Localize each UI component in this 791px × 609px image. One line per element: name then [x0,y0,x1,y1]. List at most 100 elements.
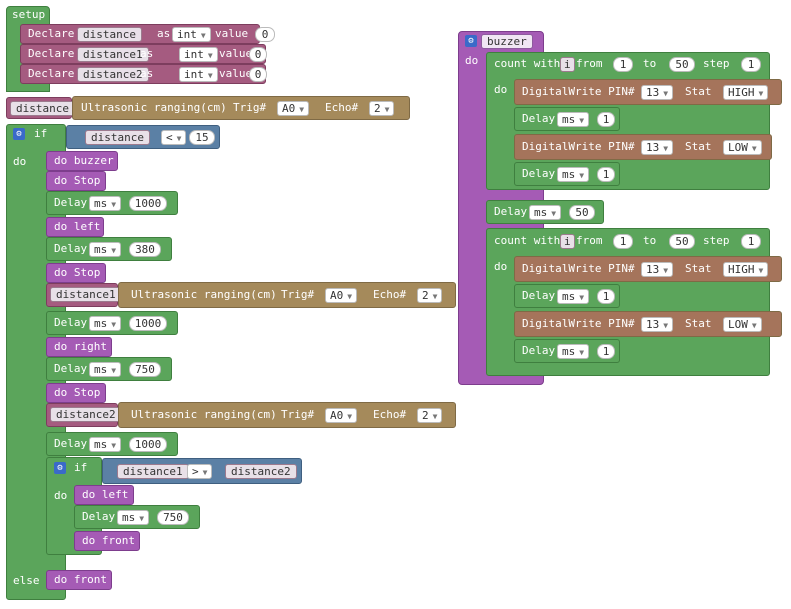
from-input[interactable]: 1 [613,234,633,249]
delay-input[interactable]: 750 [129,362,161,377]
delay-unit-dropdown[interactable]: ms ▼ [89,196,122,211]
var-distance1-field[interactable]: distance1 [117,464,189,479]
var-distance1-field[interactable]: distance1 [50,287,122,302]
delay-unit-dropdown[interactable]: ms ▼ [557,344,590,359]
delay-unit-dropdown[interactable]: ms ▼ [557,289,590,304]
state-dropdown[interactable]: LOW ▼ [723,140,762,155]
do-right-block[interactable]: do right [46,337,112,357]
operator-dropdown[interactable]: < ▼ [161,130,187,145]
step-input[interactable]: 1 [741,234,761,249]
pin-dropdown[interactable]: 13 ▼ [641,85,674,100]
pin-dropdown[interactable]: 13 ▼ [641,317,674,332]
declare-distance1-block[interactable]: Declare distance1 as int ▼ value 0 [20,44,267,64]
do-left-block[interactable]: do left [74,485,134,505]
ultrasonic-block-3[interactable]: Ultrasonic ranging(cm) Trig# A0 ▼ Echo# 2… [118,402,456,428]
delay-unit-dropdown[interactable]: ms ▼ [89,316,122,331]
trig-pin-dropdown[interactable]: A0 ▼ [325,288,358,303]
delay-unit-dropdown[interactable]: ms ▼ [557,167,590,182]
gear-icon[interactable]: ⚙ [54,462,66,474]
delay-input[interactable]: 380 [129,242,161,257]
delay-unit-dropdown[interactable]: ms ▼ [557,112,590,127]
gear-icon[interactable]: ⚙ [465,35,477,47]
var-distance2-field[interactable]: distance2 [77,67,149,82]
delay-block[interactable]: Delay ms ▼ 1000 [46,191,178,215]
delay-block[interactable]: Delay ms ▼ 750 [46,357,172,381]
assign-distance-block[interactable]: distance [6,97,75,119]
do-stop-block[interactable]: do Stop [46,171,106,191]
operator-dropdown[interactable]: > ▼ [187,464,213,479]
state-dropdown[interactable]: HIGH ▼ [723,85,769,100]
compare-block-lt[interactable]: distance < ▼ 15 [66,125,220,149]
var-distance2-field[interactable]: distance2 [50,407,122,422]
do-left-block[interactable]: do left [46,217,104,237]
value-input[interactable]: 0 [249,47,267,62]
type-dropdown[interactable]: int ▼ [179,47,218,62]
delay-input[interactable]: 1 [597,167,615,182]
trig-pin-dropdown[interactable]: A0 ▼ [325,408,358,423]
delay-block[interactable]: Delay ms ▼ 750 [74,505,200,529]
do-front-block[interactable]: do front [46,570,112,590]
delay-input[interactable]: 1 [597,289,615,304]
delay-unit-dropdown[interactable]: ms ▼ [89,437,122,452]
assign-distance1-block[interactable]: distance1 [46,283,122,307]
pin-dropdown[interactable]: 13 ▼ [641,262,674,277]
do-front-block[interactable]: do front [74,531,140,551]
delay-block[interactable]: Delay ms ▼ 50 [486,200,604,224]
procedure-name-field[interactable]: buzzer [481,34,533,49]
from-input[interactable]: 1 [613,57,633,72]
compare-block-gt[interactable]: distance1 > ▼ distance2 [102,458,302,484]
value-input[interactable]: 0 [249,67,267,82]
echo-pin-dropdown[interactable]: 2 ▼ [417,408,443,423]
pin-dropdown[interactable]: 13 ▼ [641,140,674,155]
var-distance2-field[interactable]: distance2 [225,464,297,479]
threshold-input[interactable]: 15 [189,130,215,145]
ultrasonic-block-2[interactable]: Ultrasonic ranging(cm) Trig# A0 ▼ Echo# 2… [118,282,456,308]
gear-icon[interactable]: ⚙ [13,128,25,140]
var-distance-field[interactable]: distance [10,101,75,116]
echo-pin-dropdown[interactable]: 2 ▼ [417,288,443,303]
declare-distance-block[interactable]: Declare distance as int ▼ value 0 [20,24,275,44]
state-dropdown[interactable]: HIGH ▼ [723,262,769,277]
delay-input[interactable]: 1 [597,344,615,359]
delay-input[interactable]: 1000 [129,196,167,211]
to-input[interactable]: 50 [669,234,695,249]
delay-input[interactable]: 50 [569,205,595,220]
trig-pin-dropdown[interactable]: A0 ▼ [277,101,310,116]
var-distance-field[interactable]: distance [77,27,142,42]
delay-input[interactable]: 1 [597,112,615,127]
to-input[interactable]: 50 [669,57,695,72]
delay-block[interactable]: Delay ms ▼ 1000 [46,432,178,456]
echo-pin-dropdown[interactable]: 2 ▼ [369,101,395,116]
step-input[interactable]: 1 [741,57,761,72]
declare-distance2-block[interactable]: Declare distance2 as int ▼ value 0 [20,64,267,84]
delay-input[interactable]: 1000 [129,437,167,452]
delay-input[interactable]: 750 [157,510,189,525]
type-dropdown[interactable]: int ▼ [179,67,218,82]
delay-unit-dropdown[interactable]: ms ▼ [89,242,122,257]
assign-distance2-block[interactable]: distance2 [46,403,122,427]
var-distance1-field[interactable]: distance1 [77,47,149,62]
delay-block[interactable]: Delay ms ▼ 1 [514,162,620,186]
loop-var-field[interactable]: i [560,57,575,72]
delay-block[interactable]: Delay ms ▼ 1 [514,284,620,308]
do-stop-block[interactable]: do Stop [46,383,106,403]
delay-block[interactable]: Delay ms ▼ 1 [514,107,620,131]
digitalwrite-block[interactable]: DigitalWrite PIN# 13 ▼ Stat HIGH ▼ [514,79,782,105]
delay-unit-dropdown[interactable]: ms ▼ [89,362,122,377]
var-distance-field[interactable]: distance [85,130,150,145]
delay-input[interactable]: 1000 [129,316,167,331]
delay-block[interactable]: Delay ms ▼ 1000 [46,311,178,335]
digitalwrite-block[interactable]: DigitalWrite PIN# 13 ▼ Stat LOW ▼ [514,134,772,160]
delay-block[interactable]: Delay ms ▼ 380 [46,237,172,261]
loop-var-field[interactable]: i [560,234,575,249]
value-input[interactable]: 0 [255,27,275,42]
ultrasonic-block-1[interactable]: Ultrasonic ranging(cm) Trig# A0 ▼ Echo# 2… [72,96,410,120]
delay-unit-dropdown[interactable]: ms ▼ [117,510,150,525]
do-buzzer-block[interactable]: do buzzer [46,151,118,171]
do-stop-block[interactable]: do Stop [46,263,106,283]
digitalwrite-block[interactable]: DigitalWrite PIN# 13 ▼ Stat HIGH ▼ [514,256,782,282]
digitalwrite-block[interactable]: DigitalWrite PIN# 13 ▼ Stat LOW ▼ [514,311,782,337]
state-dropdown[interactable]: LOW ▼ [723,317,762,332]
type-dropdown[interactable]: int ▼ [172,27,211,42]
delay-unit-dropdown[interactable]: ms ▼ [529,205,562,220]
